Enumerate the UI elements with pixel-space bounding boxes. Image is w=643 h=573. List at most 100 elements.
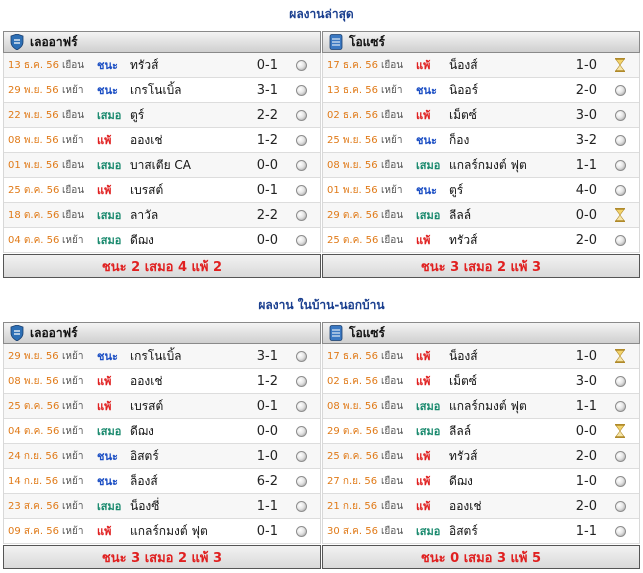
record-summary: ชนะ 0 เสมอ 3 แพ้ 5 (322, 545, 640, 569)
match-list: 17 ธ.ค. 56 เยือน แพ้ น็องส์ 1-0 13 ธ.ค. 56 เหย… (322, 53, 640, 253)
hourglass-icon[interactable] (601, 424, 639, 438)
football-icon[interactable] (282, 134, 320, 146)
match-venue: เหย้า (62, 375, 84, 387)
team-crest-icon (10, 324, 24, 342)
match-result: เสมอ (416, 400, 441, 413)
match-date: 24 ก.ย. 56 (8, 450, 59, 462)
match-row: 04 ต.ค. 56 เหย้า เสมอ ดีฌง 0-0 (4, 228, 320, 253)
match-score: 2-2 (256, 107, 278, 123)
match-venue: เยือน (62, 209, 85, 221)
football-icon[interactable] (282, 350, 320, 362)
match-date: 02 ธ.ค. 56 (327, 375, 378, 387)
match-score: 1-1 (575, 157, 597, 173)
match-score: 0-1 (256, 398, 278, 414)
panel-recent-away-team: โอแซร์ 17 ธ.ค. 56 เยือน แพ้ น็องส์ 1-0 13 ธ.ค… (322, 31, 640, 278)
football-icon[interactable] (601, 400, 639, 412)
match-result: ชนะ (416, 84, 437, 97)
match-score: 0-0 (575, 207, 597, 223)
match-result: แพ้ (97, 400, 112, 413)
match-score: 2-0 (575, 448, 597, 464)
match-venue: เยือน (381, 59, 404, 71)
match-venue: เยือน (381, 500, 404, 512)
opponent-name: เบรสต์ (130, 398, 164, 413)
match-score: 1-0 (575, 348, 597, 364)
match-venue: เหย้า (62, 425, 84, 437)
football-icon[interactable] (282, 525, 320, 537)
hourglass-icon[interactable] (601, 349, 639, 363)
football-icon[interactable] (282, 375, 320, 387)
opponent-name: อองเช่ (130, 373, 163, 388)
football-icon[interactable] (601, 525, 639, 537)
section-title-home-away: ผลงาน ในบ้าน-นอกบ้าน (258, 298, 385, 312)
team-name: โอแซร์ (349, 34, 385, 49)
football-icon[interactable] (282, 109, 320, 121)
opponent-name: เบรสต์ (130, 182, 164, 197)
match-row: 29 พ.ย. 56 เหย้า ชนะ เกรโนเบิ้ล 3-1 (4, 344, 320, 369)
opponent-name: ทรัวส์ (449, 232, 478, 247)
football-icon[interactable] (601, 109, 639, 121)
match-venue: เยือน (381, 450, 404, 462)
opponent-name: นิออร์ (449, 82, 479, 97)
football-icon[interactable] (282, 184, 320, 196)
match-venue: เยือน (381, 525, 404, 537)
match-date: 13 ธ.ค. 56 (8, 59, 59, 71)
match-row: 08 พ.ย. 56 เยือน เสมอ แกลร์กมงต์ ฟุต 1-1 (323, 394, 639, 419)
football-icon[interactable] (601, 450, 639, 462)
match-venue: เยือน (381, 209, 404, 221)
football-icon[interactable] (282, 475, 320, 487)
football-icon[interactable] (282, 84, 320, 96)
football-icon[interactable] (601, 475, 639, 487)
match-row: 25 ต.ค. 56 เยือน แพ้ เบรสต์ 0-1 (4, 178, 320, 203)
panel-recent-home-team: เลออาฟร์ 13 ธ.ค. 56 เยือน ชนะ ทรัวส์ 0-1 29 พ… (3, 31, 321, 278)
match-venue: เยือน (381, 425, 404, 437)
record-summary: ชนะ 3 เสมอ 2 แพ้ 3 (322, 254, 640, 278)
match-score: 1-2 (256, 132, 278, 148)
match-date: 08 พ.ย. 56 (327, 159, 378, 171)
match-venue: เยือน (62, 184, 85, 196)
football-icon[interactable] (601, 375, 639, 387)
football-icon[interactable] (282, 159, 320, 171)
football-icon[interactable] (601, 84, 639, 96)
match-result: แพ้ (97, 134, 112, 147)
football-icon[interactable] (282, 400, 320, 412)
panel-homeaway-away-team: โอแซร์ 17 ธ.ค. 56 เยือน แพ้ น็องส์ 1-0 02 ธ.ค… (322, 322, 640, 569)
football-icon[interactable] (601, 134, 639, 146)
match-score: 1-1 (256, 498, 278, 514)
match-row: 09 ส.ค. 56 เหย้า แพ้ แกลร์กมงต์ ฟุต 0-1 (4, 519, 320, 544)
match-score: 3-0 (575, 373, 597, 389)
match-result: เสมอ (97, 209, 122, 222)
football-icon[interactable] (601, 234, 639, 246)
hourglass-icon[interactable] (601, 58, 639, 72)
match-venue: เยือน (381, 400, 404, 412)
match-score: 0-0 (575, 423, 597, 439)
match-result: ชนะ (97, 350, 118, 363)
match-date: 30 ส.ค. 56 (327, 525, 378, 537)
team-crest-icon (10, 33, 24, 51)
match-score: 3-1 (256, 82, 278, 98)
match-row: 23 ส.ค. 56 เหย้า เสมอ น็องซี่ 1-1 (4, 494, 320, 519)
hourglass-icon[interactable] (601, 208, 639, 222)
football-icon[interactable] (282, 209, 320, 221)
opponent-name: อองเช่ (449, 498, 482, 513)
football-icon[interactable] (601, 159, 639, 171)
opponent-name: ตูร์ (130, 107, 145, 122)
match-result: แพ้ (97, 525, 112, 538)
football-icon[interactable] (282, 234, 320, 246)
team-crest-icon (329, 34, 343, 50)
opponent-name: บาสเตีย CA (130, 157, 192, 172)
match-result: เสมอ (416, 209, 441, 222)
football-icon[interactable] (282, 425, 320, 437)
match-date: 21 ก.ย. 56 (327, 500, 378, 512)
football-icon[interactable] (601, 184, 639, 196)
football-icon[interactable] (282, 500, 320, 512)
match-date: 04 ต.ค. 56 (8, 234, 60, 246)
opponent-name: ลาวัล (130, 207, 159, 222)
football-icon[interactable] (601, 500, 639, 512)
opponent-name: ดีฌง (449, 473, 473, 488)
football-icon[interactable] (282, 450, 320, 462)
football-icon[interactable] (282, 59, 320, 71)
match-venue: เยือน (62, 59, 85, 71)
match-score: 6-2 (256, 473, 278, 489)
match-row: 29 พ.ย. 56 เหย้า ชนะ เกรโนเบิ้ล 3-1 (4, 78, 320, 103)
match-date: 25 ต.ค. 56 (327, 234, 379, 246)
